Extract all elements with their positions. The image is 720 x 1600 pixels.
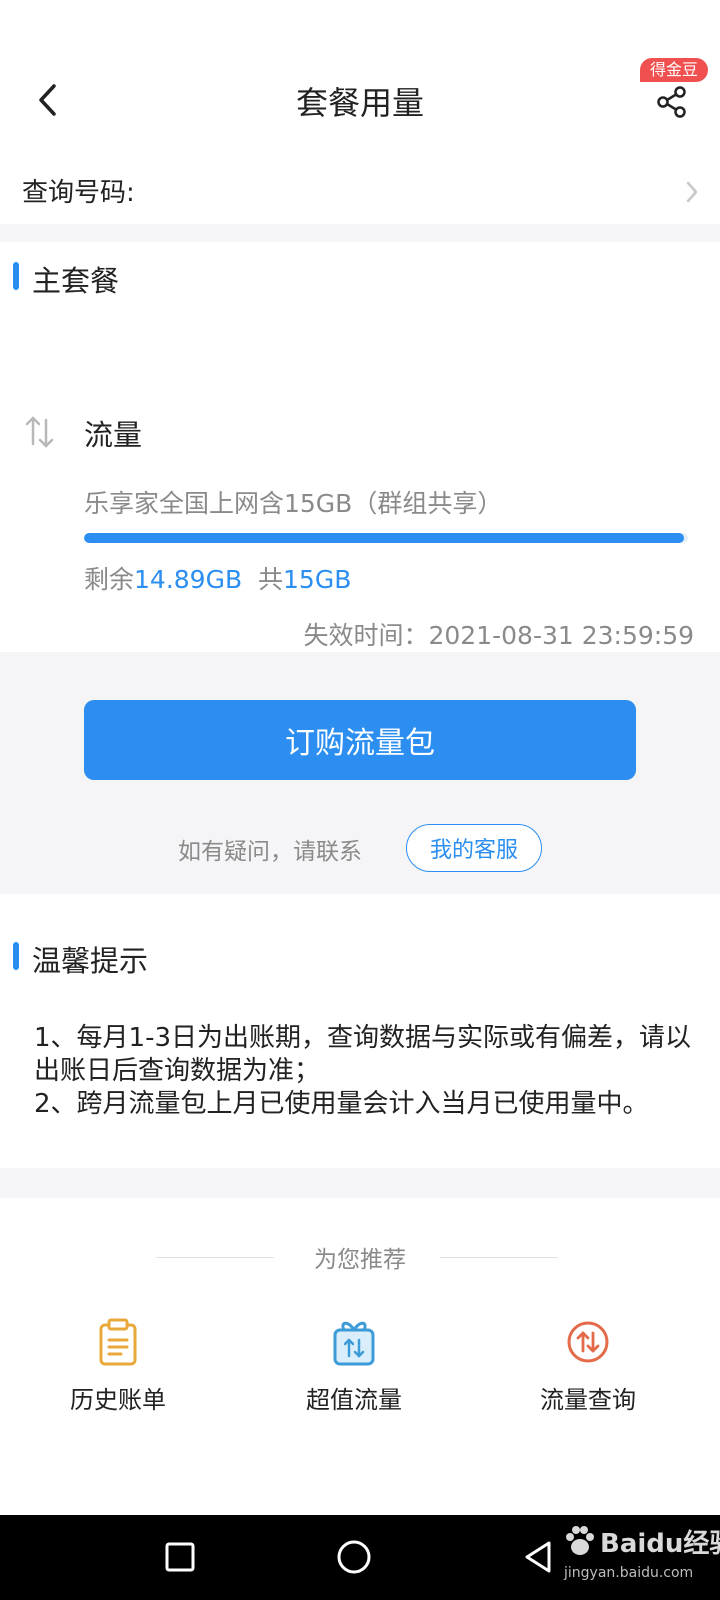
data-usage-progress-fill bbox=[84, 533, 684, 543]
paw-logo-icon bbox=[566, 1526, 594, 1555]
app-header: 套餐用量 得金豆 bbox=[0, 0, 720, 160]
baidu-watermark: Baidu经验 jingyan.baidu.com bbox=[560, 1515, 720, 1595]
divider-line bbox=[440, 1257, 558, 1258]
data-usage-progress bbox=[84, 533, 688, 543]
square-recent-icon bbox=[165, 1542, 195, 1572]
tips-title: 温馨提示 bbox=[32, 944, 149, 978]
transfer-arrows-icon bbox=[25, 416, 54, 448]
query-number-label: 查询号码: bbox=[22, 178, 135, 208]
divider-band bbox=[0, 224, 720, 242]
flow-row: 流量 bbox=[0, 408, 720, 458]
main-plan-title: 主套餐 bbox=[32, 264, 120, 298]
watermark-text: Baidu经验 bbox=[600, 1529, 720, 1559]
remaining-data: 剩余14.89GB 共15GB bbox=[84, 560, 351, 596]
share-button[interactable] bbox=[650, 80, 694, 124]
clipboard-icon bbox=[99, 1318, 137, 1366]
triangle-back-icon bbox=[525, 1541, 551, 1573]
shortcut-label: 流量查询 bbox=[540, 1386, 636, 1414]
tips-header: 温馨提示 bbox=[0, 938, 720, 978]
customer-service-button[interactable]: 我的客服 bbox=[406, 824, 542, 872]
section-accent-bar bbox=[13, 262, 19, 290]
contact-text: 如有疑问，请联系 bbox=[178, 839, 362, 865]
shortcut-label: 超值流量 bbox=[306, 1386, 402, 1414]
tip-line: 2、跨月流量包上月已使用量会计入当月已使用量中。 bbox=[34, 1089, 649, 1119]
divider-band bbox=[0, 1168, 720, 1198]
shortcut-value-data[interactable]: 超值流量 bbox=[254, 1316, 454, 1416]
recommend-title: 为您推荐 bbox=[314, 1247, 406, 1273]
shortcut-history-bill[interactable]: 历史账单 bbox=[18, 1316, 218, 1416]
home-button[interactable] bbox=[332, 1535, 376, 1579]
order-data-pack-button[interactable]: 订购流量包 bbox=[84, 700, 636, 780]
tip-line: 1、每月1-3日为出账期，查询数据与实际或有偏差，请以出账日后查询数据为准； bbox=[34, 1023, 692, 1086]
gift-box-icon bbox=[333, 1321, 375, 1366]
shortcut-label: 历史账单 bbox=[70, 1386, 166, 1414]
data-exchange-icon bbox=[567, 1321, 609, 1363]
reward-badge[interactable]: 得金豆 bbox=[640, 58, 709, 82]
system-back-button[interactable] bbox=[516, 1535, 560, 1579]
tips-text: 1、每月1-3日为出账期，查询数据与实际或有偏差，请以出账日后查询数据为准； 2… bbox=[34, 1022, 694, 1121]
main-plan-header: 主套餐 bbox=[0, 258, 720, 298]
remain-prefix: 剩余 bbox=[84, 565, 135, 594]
remain-value: 14.89GB bbox=[134, 565, 243, 594]
expire-label: 失效时间： bbox=[303, 621, 429, 650]
expire-value: 2021-08-31 23:59:59 bbox=[428, 621, 694, 650]
total-prefix: 共 bbox=[258, 565, 284, 594]
chevron-right-icon bbox=[686, 181, 698, 203]
total-value: 15GB bbox=[283, 565, 352, 594]
expire-time: 失效时间：2021-08-31 23:59:59 bbox=[303, 616, 694, 652]
recommend-header: 为您推荐 bbox=[0, 1240, 720, 1276]
share-icon bbox=[657, 86, 686, 118]
plan-name: 乐享家全国上网含15GB（群组共享） bbox=[84, 489, 503, 518]
query-number-row[interactable]: 查询号码: bbox=[0, 160, 720, 224]
shortcut-data-query[interactable]: 流量查询 bbox=[488, 1316, 688, 1416]
watermark-url: jingyan.baidu.com bbox=[564, 1565, 694, 1581]
section-accent-bar bbox=[13, 942, 19, 970]
flow-label: 流量 bbox=[84, 418, 143, 452]
circle-home-icon bbox=[337, 1540, 371, 1574]
recent-apps-button[interactable] bbox=[158, 1535, 202, 1579]
page-title: 套餐用量 bbox=[295, 84, 424, 122]
